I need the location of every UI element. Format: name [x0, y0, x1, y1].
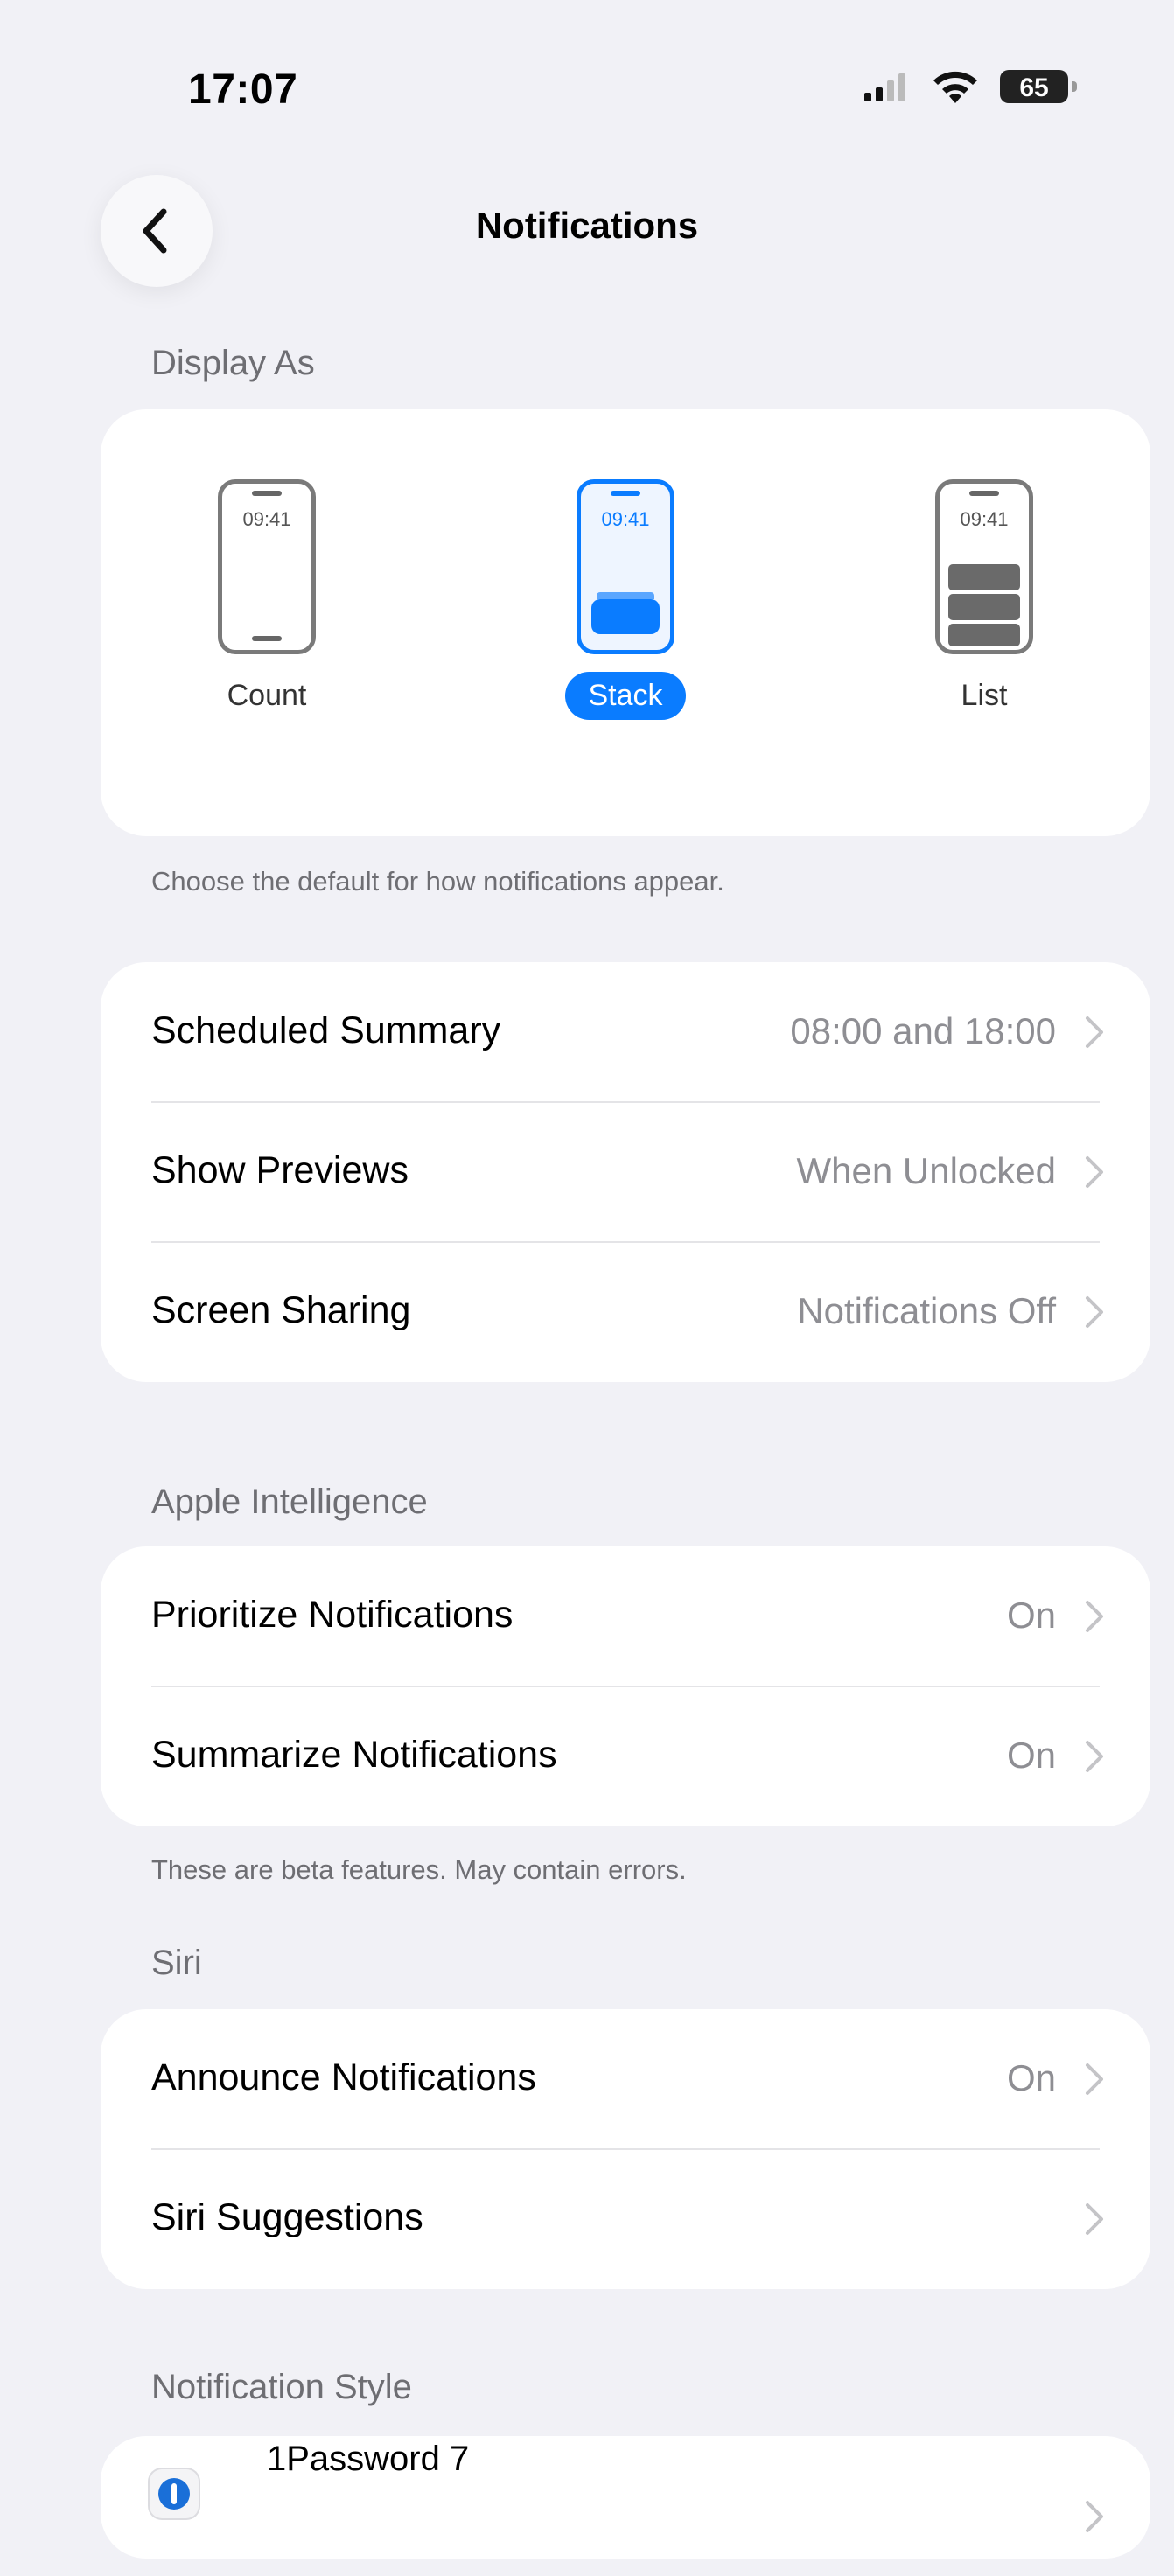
display-option-stack[interactable]: 09:41 Stack [521, 479, 730, 720]
row-value: When Unlocked [796, 1150, 1056, 1191]
row-prioritize-notifications[interactable]: Prioritize Notifications On [101, 1546, 1150, 1686]
apple-intelligence-footer: These are beta features. May contain err… [151, 1854, 687, 1885]
notification-style-card: 1Password 7 [101, 2436, 1150, 2559]
1password-app-icon [150, 2469, 199, 2518]
general-settings-card: Scheduled Summary 08:00 and 18:00 Show P… [101, 962, 1150, 1382]
row-announce-notifications[interactable]: Announce Notifications On [101, 2009, 1150, 2149]
wifi-icon [933, 71, 977, 103]
row-label: Prioritize Notifications [151, 1594, 514, 1636]
app-name: 1Password 7 [267, 2440, 470, 2478]
row-label: Screen Sharing [151, 1289, 411, 1331]
section-header-display-as: Display As [151, 344, 315, 382]
row-label: Summarize Notifications [151, 1734, 557, 1776]
phone-count-icon: 09:41 [218, 479, 316, 654]
app-row-1password[interactable]: 1Password 7 [101, 2436, 1150, 2576]
cellular-signal-icon [864, 73, 905, 101]
row-label: Announce Notifications [151, 2056, 536, 2098]
display-as-footer: Choose the default for how notifications… [151, 866, 724, 897]
row-screen-sharing[interactable]: Screen Sharing Notifications Off [101, 1242, 1150, 1382]
row-value: Notifications Off [797, 1290, 1056, 1331]
section-header-apple-intelligence: Apple Intelligence [151, 1483, 428, 1521]
section-header-notification-style: Notification Style [151, 2368, 412, 2406]
row-label: Siri Suggestions [151, 2196, 423, 2238]
option-label-stack: Stack [565, 672, 686, 720]
row-label: Show Previews [151, 1149, 409, 1191]
row-value: 08:00 and 18:00 [790, 1010, 1056, 1051]
row-scheduled-summary[interactable]: Scheduled Summary 08:00 and 18:00 [101, 962, 1150, 1102]
row-value: On [1006, 1595, 1056, 1636]
chevron-right-icon [1086, 1296, 1103, 1328]
battery-icon: 65 [1000, 70, 1080, 103]
chevron-right-icon [1086, 1016, 1103, 1048]
row-summarize-notifications[interactable]: Summarize Notifications On [101, 1686, 1150, 1826]
page-title: Notifications [475, 205, 699, 246]
row-siri-suggestions[interactable]: Siri Suggestions [101, 2149, 1150, 2289]
display-option-list[interactable]: 09:41 List [879, 479, 1089, 720]
chevron-right-icon [1086, 1741, 1103, 1772]
display-option-count[interactable]: 09:41 Count [162, 479, 372, 720]
phone-stack-icon: 09:41 [577, 479, 674, 654]
phone-list-icon: 09:41 [935, 479, 1033, 654]
option-label-count: Count [227, 679, 307, 712]
display-as-card: 09:41 Count 09:41 Stack 09:41 List [101, 409, 1150, 836]
chevron-right-icon [1086, 2203, 1103, 2235]
chevron-right-icon [1086, 2063, 1103, 2095]
status-time: 17:07 [188, 66, 298, 113]
row-label: Scheduled Summary [151, 1009, 501, 1051]
option-label-list: List [961, 679, 1008, 712]
apple-intelligence-card: Prioritize Notifications On Summarize No… [101, 1546, 1150, 1826]
siri-card: Announce Notifications On Siri Suggestio… [101, 2009, 1150, 2289]
battery-level: 65 [1019, 73, 1049, 102]
row-value: On [1006, 1735, 1056, 1776]
chevron-right-icon [1086, 1156, 1103, 1188]
chevron-right-icon [1086, 2501, 1103, 2532]
row-show-previews[interactable]: Show Previews When Unlocked [101, 1102, 1150, 1242]
chevron-right-icon [1086, 1601, 1103, 1632]
row-value: On [1006, 2057, 1056, 2098]
section-header-siri: Siri [151, 1944, 202, 1982]
